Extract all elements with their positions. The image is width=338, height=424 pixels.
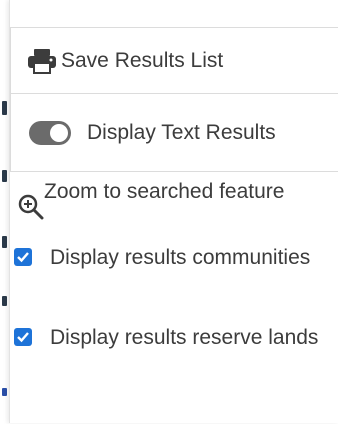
display-text-results-toggle[interactable]: Display Text Results (10, 93, 338, 171)
zoom-to-searched-feature-label: Zoom to searched feature (44, 180, 285, 203)
background-text-fragment (2, 170, 7, 182)
background-text-fragment (2, 236, 7, 248)
zoom-to-searched-feature-button[interactable]: Zoom to searched feature (18, 180, 338, 232)
toggle-knob (50, 123, 68, 142)
printer-icon (28, 48, 56, 74)
zoom-plus-icon (18, 194, 44, 220)
display-text-results-label: Display Text Results (87, 120, 276, 144)
toggle-switch-icon[interactable] (29, 120, 71, 145)
display-results-reserve-lands-checkbox[interactable]: Display results reserve lands (14, 318, 338, 358)
display-results-reserve-lands-label: Display results reserve lands (50, 326, 319, 349)
display-results-communities-checkbox[interactable]: Display results communities (14, 238, 338, 278)
background-text-fragment (2, 296, 7, 306)
save-results-list-label: Save Results List (61, 48, 224, 72)
display-results-communities-label: Display results communities (50, 246, 311, 269)
options-list: Zoom to searched feature Display results… (10, 171, 338, 424)
checkbox-checked-icon[interactable] (14, 248, 32, 266)
background-text-fragment (2, 388, 7, 396)
results-options-panel: Save Results List Display Text Results Z… (9, 0, 338, 423)
save-results-list-button[interactable]: Save Results List (10, 27, 338, 93)
checkbox-checked-icon[interactable] (14, 328, 32, 346)
background-text-fragment (2, 101, 7, 115)
